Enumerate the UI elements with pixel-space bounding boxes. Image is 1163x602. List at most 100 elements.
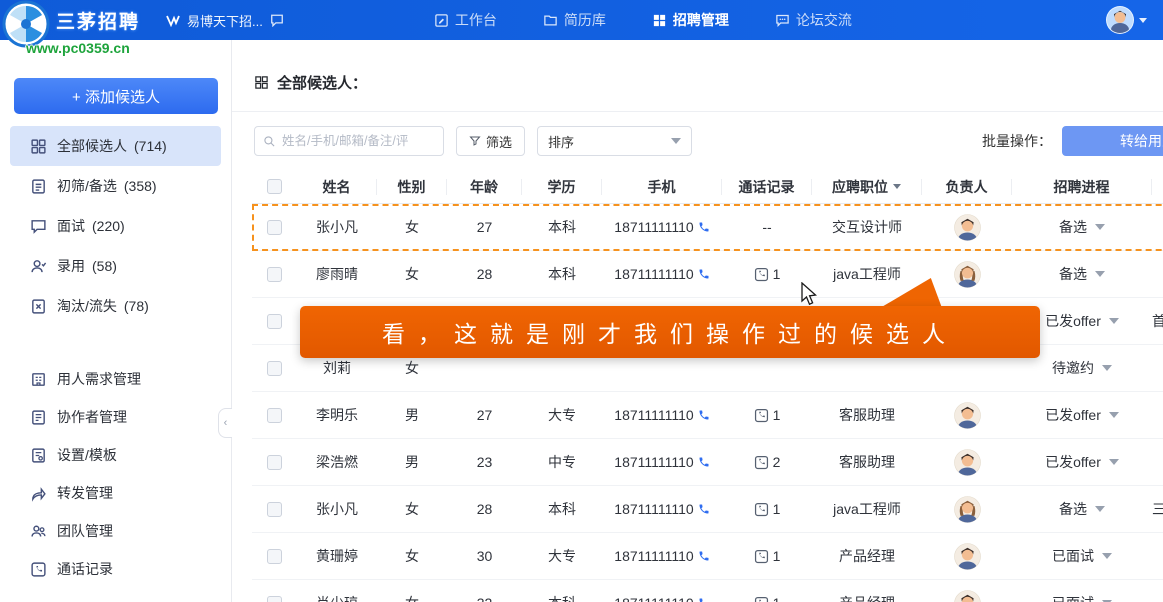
candidate-name[interactable]: 刘莉 bbox=[297, 358, 377, 378]
candidate-name[interactable]: 张小凡 bbox=[297, 499, 377, 519]
candidate-name[interactable]: 肖少琼 bbox=[297, 593, 377, 602]
edge-cell: 三 bbox=[1152, 499, 1163, 519]
phone-icon[interactable] bbox=[698, 550, 710, 562]
search-box[interactable] bbox=[254, 126, 444, 156]
sidebar-item-settings-templates[interactable]: 设置/模板 bbox=[10, 436, 221, 474]
row-checkbox[interactable] bbox=[267, 220, 282, 235]
candidate-name[interactable]: 廖雨晴 bbox=[297, 264, 377, 284]
call-records[interactable]: 1 bbox=[722, 407, 812, 423]
table-row[interactable]: 黄珊婷女30大专187111111101产品经理已面试 bbox=[252, 533, 1163, 580]
sidebar-item-eliminated[interactable]: 淘汰/流失 (78) bbox=[10, 286, 221, 326]
sidebar: + 添加候选人 全部候选人 (714) 初筛/备选 (358) 面试 bbox=[0, 40, 232, 602]
table-row[interactable]: 李明乐男27大专187111111101客服助理已发offer bbox=[252, 392, 1163, 439]
filter-button[interactable]: 筛选 bbox=[456, 126, 525, 156]
call-records[interactable]: -- bbox=[722, 219, 812, 235]
row-checkbox[interactable] bbox=[267, 455, 282, 470]
recruit-stage-dropdown[interactable]: 备选 bbox=[1012, 264, 1152, 284]
sidebar-item-call-records[interactable]: 通话记录 bbox=[10, 550, 221, 588]
candidate-name[interactable]: 张小凡 bbox=[297, 217, 377, 237]
call-record-icon bbox=[754, 408, 769, 423]
owner-avatar-icon bbox=[954, 261, 981, 288]
row-checkbox[interactable] bbox=[267, 267, 282, 282]
row-checkbox[interactable] bbox=[267, 408, 282, 423]
sidebar-item-team-management[interactable]: 团队管理 bbox=[10, 512, 221, 550]
call-records[interactable]: 1 bbox=[722, 501, 812, 517]
recruit-stage-dropdown[interactable]: 已发offer bbox=[1012, 405, 1152, 425]
sidebar-item-collaborator-management[interactable]: 协作者管理 bbox=[10, 398, 221, 436]
browser-tab[interactable]: 易博天下招... bbox=[166, 11, 284, 30]
nav-forum[interactable]: 论坛交流 bbox=[775, 10, 852, 30]
chevron-down-icon bbox=[1095, 224, 1105, 230]
workbench-icon bbox=[434, 13, 449, 28]
recruit-stage-dropdown[interactable]: 备选 bbox=[1012, 217, 1152, 237]
recruit-stage-dropdown[interactable]: 已面试 bbox=[1012, 546, 1152, 566]
sort-dropdown[interactable]: 排序 bbox=[537, 126, 692, 156]
recruit-stage-dropdown[interactable]: 已面试 bbox=[1012, 593, 1152, 602]
callout-text: 看，这就是刚才我们操作过的候选人 bbox=[382, 315, 958, 349]
header-position-filter[interactable]: 应聘职位 bbox=[812, 179, 922, 195]
row-checkbox[interactable] bbox=[267, 596, 282, 602]
checkbox-cell bbox=[252, 314, 297, 329]
sidebar-item-all-candidates[interactable]: 全部候选人 (714) bbox=[10, 126, 221, 166]
row-checkbox[interactable] bbox=[267, 314, 282, 329]
phone-icon[interactable] bbox=[698, 268, 710, 280]
sidebar-item-forward-management[interactable]: 转发管理 bbox=[10, 474, 221, 512]
phone-icon[interactable] bbox=[698, 409, 710, 421]
nav-recruitment-management[interactable]: 招聘管理 bbox=[652, 10, 729, 30]
recruit-stage-dropdown[interactable]: 待邀约 bbox=[1012, 358, 1152, 378]
candidate-phone: 18711111110 bbox=[602, 454, 722, 470]
nav-label: 工作台 bbox=[455, 10, 497, 30]
row-checkbox[interactable] bbox=[267, 502, 282, 517]
tab-title: 易博天下招... bbox=[187, 11, 263, 30]
table-row[interactable]: 廖雨晴女28本科187111111101java工程师备选 bbox=[252, 251, 1163, 298]
chevron-down-icon bbox=[1095, 506, 1105, 512]
owner-avatar bbox=[922, 214, 1012, 241]
sidebar-collapse-handle[interactable]: ‹ bbox=[218, 408, 232, 438]
call-log-icon bbox=[30, 561, 47, 578]
sidebar-item-count: (358) bbox=[124, 178, 157, 194]
chevron-down-icon bbox=[893, 184, 901, 189]
candidate-name[interactable]: 黄珊婷 bbox=[297, 546, 377, 566]
candidate-name[interactable]: 李明乐 bbox=[297, 405, 377, 425]
sidebar-item-hired[interactable]: 录用 (58) bbox=[10, 246, 221, 286]
sidebar-item-count: (58) bbox=[92, 258, 117, 274]
header-edge bbox=[1152, 179, 1163, 195]
row-checkbox[interactable] bbox=[267, 549, 282, 564]
call-record-icon bbox=[754, 267, 769, 282]
add-candidate-button[interactable]: + 添加候选人 bbox=[14, 78, 218, 114]
call-records[interactable]: 1 bbox=[722, 266, 812, 282]
phone-icon[interactable] bbox=[698, 456, 710, 468]
candidates-table: 姓名 性别 年龄 学历 手机 通话记录 应聘职位 负责人 招聘进程 张小凡女27… bbox=[252, 170, 1163, 602]
transfer-to-department-button[interactable]: 转给用人部门 bbox=[1062, 126, 1163, 156]
sidebar-item-label: 淘汰/流失 bbox=[57, 296, 117, 316]
sidebar-item-screening[interactable]: 初筛/备选 (358) bbox=[10, 166, 221, 206]
candidate-gender: 女 bbox=[377, 499, 447, 519]
candidate-name[interactable]: 梁浩燃 bbox=[297, 452, 377, 472]
user-menu[interactable] bbox=[1106, 6, 1147, 34]
row-checkbox[interactable] bbox=[267, 361, 282, 376]
nav-label: 招聘管理 bbox=[673, 10, 729, 30]
call-records[interactable]: 1 bbox=[722, 548, 812, 564]
chevron-down-icon bbox=[1095, 271, 1105, 277]
user-avatar[interactable] bbox=[1106, 6, 1134, 34]
nav-resume-library[interactable]: 简历库 bbox=[543, 10, 606, 30]
sidebar-item-demand-management[interactable]: 用人需求管理 bbox=[10, 360, 221, 398]
header-name: 姓名 bbox=[297, 179, 377, 195]
table-row[interactable]: 张小凡女28本科187111111101java工程师备选三 bbox=[252, 486, 1163, 533]
sidebar-item-interview[interactable]: 面试 (220) bbox=[10, 206, 221, 246]
table-row[interactable]: 张小凡女27本科18711111110--交互设计师备选 bbox=[252, 204, 1163, 251]
call-records[interactable]: 2 bbox=[722, 454, 812, 470]
select-all-checkbox[interactable] bbox=[267, 179, 282, 194]
recruit-stage-dropdown[interactable]: 已发offer bbox=[1012, 452, 1152, 472]
phone-icon[interactable] bbox=[698, 597, 710, 602]
search-input[interactable] bbox=[282, 134, 432, 148]
table-row[interactable]: 梁浩燃男23中专187111111102客服助理已发offer bbox=[252, 439, 1163, 486]
phone-icon[interactable] bbox=[698, 503, 710, 515]
recruit-stage-dropdown[interactable]: 备选 bbox=[1012, 499, 1152, 519]
checkbox-cell bbox=[252, 220, 297, 235]
call-records[interactable]: 1 bbox=[722, 595, 812, 602]
nav-workbench[interactable]: 工作台 bbox=[434, 10, 497, 30]
phone-icon[interactable] bbox=[698, 221, 710, 233]
candidate-age: 30 bbox=[447, 548, 522, 564]
table-row[interactable]: 肖少琼女32本科187111111101产品经理已面试 bbox=[252, 580, 1163, 602]
